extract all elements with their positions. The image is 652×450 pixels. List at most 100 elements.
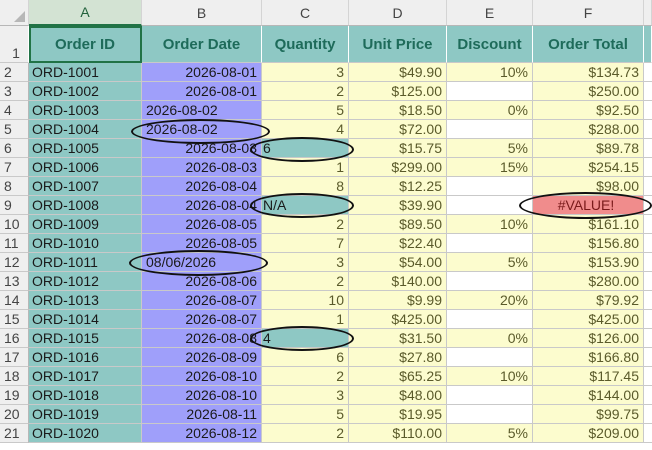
cell-order-date[interactable]: 2026-08-08	[142, 329, 262, 348]
cell-discount[interactable]: 0%	[447, 329, 533, 348]
row-header-7[interactable]: 7	[0, 158, 29, 177]
row-header-17[interactable]: 17	[0, 348, 29, 367]
cell-discount[interactable]	[447, 196, 533, 215]
cell-order-total[interactable]: $98.00	[533, 177, 644, 196]
cell-discount[interactable]	[447, 310, 533, 329]
cell-order-total[interactable]: $144.00	[533, 386, 644, 405]
cell-unit-price[interactable]: $39.90	[349, 196, 447, 215]
column-header-d[interactable]: D	[349, 0, 447, 26]
cell-discount[interactable]: 5%	[447, 139, 533, 158]
cell-order-date[interactable]: 2026-08-12	[142, 424, 262, 443]
cell-quantity[interactable]: 5	[262, 405, 349, 424]
cell-discount[interactable]	[447, 386, 533, 405]
cell-unit-price[interactable]: $110.00	[349, 424, 447, 443]
row-header-18[interactable]: 18	[0, 367, 29, 386]
cell-unit-price[interactable]: $65.25	[349, 367, 447, 386]
cell-quantity[interactable]: 1	[262, 310, 349, 329]
cell-discount[interactable]: 20%	[447, 291, 533, 310]
cell-quantity[interactable]: N/A	[262, 196, 349, 215]
cell-order-id[interactable]: ORD-1014	[29, 310, 142, 329]
cell-order-id[interactable]: ORD-1003	[29, 101, 142, 120]
cell-order-total[interactable]: $254.15	[533, 158, 644, 177]
row-header-5[interactable]: 5	[0, 120, 29, 139]
cell-quantity[interactable]: 8	[262, 177, 349, 196]
cell-order-total[interactable]: $92.50	[533, 101, 644, 120]
cell-unit-price[interactable]: $48.00	[349, 386, 447, 405]
cell-order-id[interactable]: ORD-1012	[29, 272, 142, 291]
cell-order-date[interactable]: 2026-08-03	[142, 139, 262, 158]
row-header-2[interactable]: 2	[0, 63, 29, 82]
cell-order-total[interactable]: $89.78	[533, 139, 644, 158]
cell-order-total[interactable]: $153.90	[533, 253, 644, 272]
cell-discount[interactable]: 15%	[447, 158, 533, 177]
cell-quantity[interactable]: 7	[262, 234, 349, 253]
cell-order-id[interactable]: ORD-1007	[29, 177, 142, 196]
header-cell-unit-price[interactable]: Unit Price	[349, 26, 447, 63]
cell-quantity[interactable]: 4	[262, 120, 349, 139]
header-cell-quantity[interactable]: Quantity	[262, 26, 349, 63]
cell-order-total[interactable]: $250.00	[533, 82, 644, 101]
column-header-a[interactable]: A	[29, 0, 142, 26]
cell-unit-price[interactable]: $54.00	[349, 253, 447, 272]
row-header-9[interactable]: 9	[0, 196, 29, 215]
row-header-19[interactable]: 19	[0, 386, 29, 405]
cell-order-date[interactable]: 2026-08-01	[142, 63, 262, 82]
cell-order-date[interactable]: 2026-08-01	[142, 82, 262, 101]
cell-discount[interactable]: 5%	[447, 253, 533, 272]
cell-discount[interactable]	[447, 234, 533, 253]
cell-quantity[interactable]: 2	[262, 215, 349, 234]
cell-order-id[interactable]: ORD-1013	[29, 291, 142, 310]
column-header-f[interactable]: F	[533, 0, 644, 26]
cell-order-date[interactable]: 2026-08-10	[142, 367, 262, 386]
cell-discount[interactable]	[447, 82, 533, 101]
row-header-15[interactable]: 15	[0, 310, 29, 329]
cell-discount[interactable]: 5%	[447, 424, 533, 443]
cell-discount[interactable]	[447, 120, 533, 139]
cell-order-date[interactable]: 2026-08-02	[142, 120, 262, 139]
row-header-14[interactable]: 14	[0, 291, 29, 310]
cell-unit-price[interactable]: $125.00	[349, 82, 447, 101]
cell-order-date[interactable]: 2026-08-07	[142, 310, 262, 329]
cell-order-id[interactable]: ORD-1002	[29, 82, 142, 101]
cell-quantity[interactable]: 6	[262, 348, 349, 367]
row-header-3[interactable]: 3	[0, 82, 29, 101]
cell-order-date[interactable]: 2026-08-04	[142, 177, 262, 196]
cell-discount[interactable]	[447, 348, 533, 367]
column-header-b[interactable]: B	[142, 0, 262, 26]
cell-quantity[interactable]: 10	[262, 291, 349, 310]
cell-unit-price[interactable]: $12.25	[349, 177, 447, 196]
cell-quantity[interactable]: 2	[262, 272, 349, 291]
cell-order-total[interactable]: $134.73	[533, 63, 644, 82]
header-cell-order-id[interactable]: Order ID	[29, 26, 142, 63]
cell-quantity[interactable]: 5	[262, 101, 349, 120]
cell-order-date[interactable]: 2026-08-02	[142, 101, 262, 120]
cell-order-date[interactable]: 2026-08-07	[142, 291, 262, 310]
cell-unit-price[interactable]: $15.75	[349, 139, 447, 158]
cell-discount[interactable]	[447, 405, 533, 424]
cell-unit-price[interactable]: $425.00	[349, 310, 447, 329]
cell-unit-price[interactable]: $22.40	[349, 234, 447, 253]
cell-discount[interactable]: 0%	[447, 101, 533, 120]
cell-order-date[interactable]: 08/06/2026	[142, 253, 262, 272]
cell-order-date[interactable]: 2026-08-11	[142, 405, 262, 424]
cell-discount[interactable]	[447, 272, 533, 291]
cell-order-date[interactable]: 2026-08-04	[142, 196, 262, 215]
cell-order-total[interactable]: $209.00	[533, 424, 644, 443]
cell-order-total-error[interactable]: #VALUE!	[533, 196, 644, 215]
cell-discount[interactable]: 10%	[447, 63, 533, 82]
cell-unit-price[interactable]: $19.95	[349, 405, 447, 424]
cell-order-date[interactable]: 2026-08-05	[142, 234, 262, 253]
cell-quantity[interactable]: 1	[262, 158, 349, 177]
row-header-4[interactable]: 4	[0, 101, 29, 120]
row-header-8[interactable]: 8	[0, 177, 29, 196]
row-header-13[interactable]: 13	[0, 272, 29, 291]
row-header-21[interactable]: 21	[0, 424, 29, 443]
cell-unit-price[interactable]: $89.50	[349, 215, 447, 234]
column-header-e[interactable]: E	[447, 0, 533, 26]
header-cell-order-total[interactable]: Order Total	[533, 26, 644, 63]
cell-quantity[interactable]: 2	[262, 367, 349, 386]
cell-unit-price[interactable]: $299.00	[349, 158, 447, 177]
cell-discount[interactable]: 10%	[447, 215, 533, 234]
cell-order-total[interactable]: $79.92	[533, 291, 644, 310]
cell-order-id[interactable]: ORD-1008	[29, 196, 142, 215]
